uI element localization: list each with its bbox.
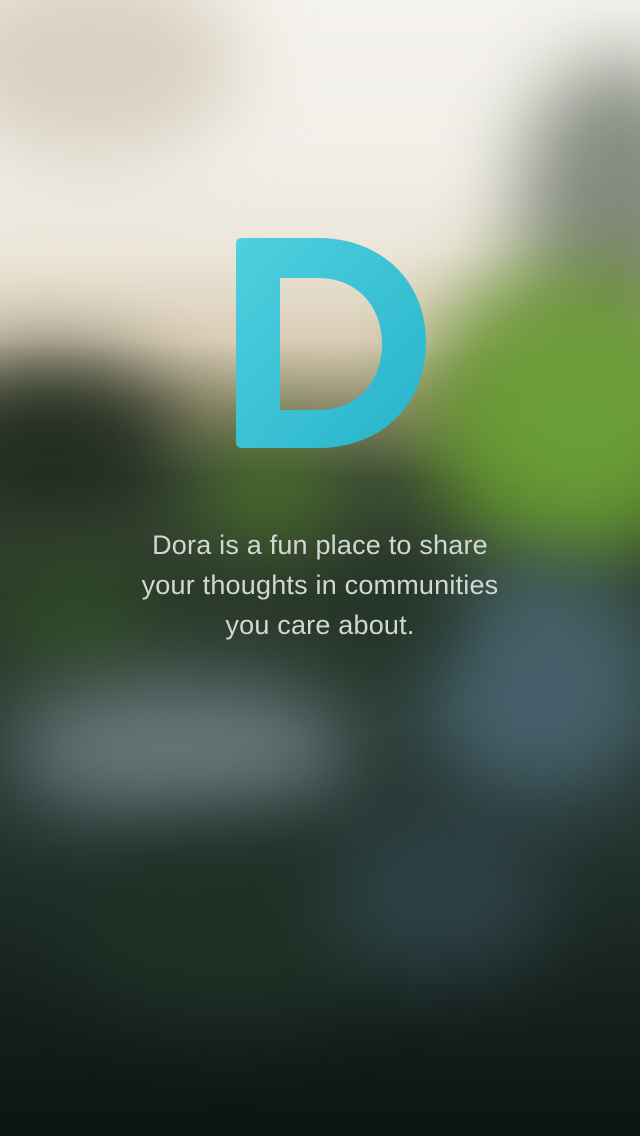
background-blur-region [0, 360, 180, 520]
background-blur-region [330, 820, 550, 980]
app-description: Dora is a fun place to share your though… [60, 525, 580, 645]
tagline-line: your thoughts in communities [141, 570, 499, 600]
tagline-line: you care about. [225, 610, 415, 640]
onboarding-screen: Dora is a fun place to share your though… [0, 0, 640, 1136]
background-blur-region [10, 680, 350, 820]
dora-logo-icon [236, 238, 426, 448]
tagline-line: Dora is a fun place to share [152, 530, 488, 560]
background-blur-region [0, 0, 240, 160]
